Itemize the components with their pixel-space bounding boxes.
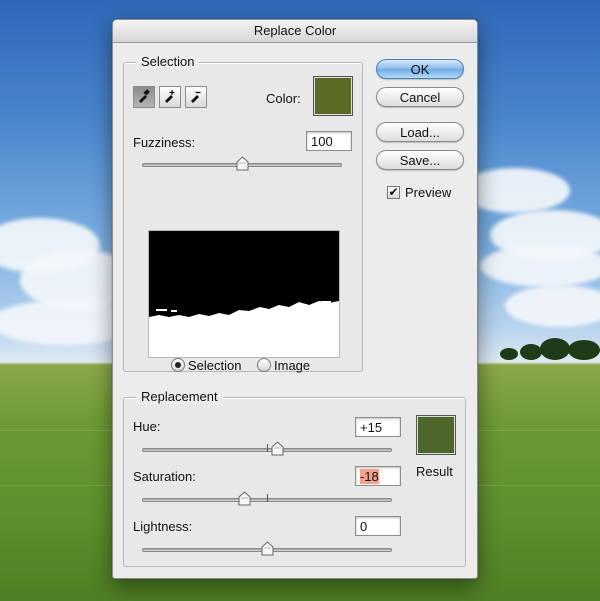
eyedropper-tool[interactable] [133, 86, 155, 108]
saturation-slider-center-tick [267, 494, 268, 502]
eyedropper-icon [137, 88, 151, 106]
selection-group: Selection Color: Fuzziness: 100 Selectio… [123, 54, 363, 373]
hue-slider-thumb[interactable] [271, 441, 284, 456]
eyedropper-plus-icon [163, 89, 177, 106]
ok-button[interactable]: OK [376, 59, 464, 79]
saturation-slider-thumb[interactable] [238, 491, 251, 506]
checkmark-icon: ✔ [388, 185, 399, 199]
eyedropper-minus-tool[interactable] [185, 86, 207, 108]
view-image-label[interactable]: Image [274, 358, 310, 373]
cloud [505, 285, 600, 327]
hue-slider-center-tick [267, 444, 268, 452]
selection-group-label: Selection [136, 54, 200, 69]
fuzziness-field[interactable]: 100 [306, 131, 352, 151]
preview-checkbox[interactable]: ✔ [387, 186, 400, 199]
color-label: Color: [266, 91, 301, 106]
hue-field[interactable]: +15 [355, 417, 401, 437]
result-label: Result [416, 464, 453, 479]
tree-line [500, 336, 600, 366]
dialog-title: Replace Color [113, 20, 477, 43]
replace-color-dialog: Replace Color Selection Color: Fuzziness… [112, 19, 478, 579]
result-color-swatch [416, 415, 456, 455]
cancel-button[interactable]: Cancel [376, 87, 464, 107]
load-button[interactable]: Load... [376, 122, 464, 142]
cloud [480, 245, 600, 287]
lightness-field[interactable]: 0 [355, 516, 401, 536]
replacement-group-label: Replacement [136, 389, 223, 404]
view-selection-radio[interactable] [171, 358, 185, 372]
replacement-group: Replacement Hue: +15 Result Saturation: … [123, 389, 466, 567]
saturation-label: Saturation: [133, 469, 196, 484]
hue-label: Hue: [133, 419, 161, 434]
fuzziness-slider-thumb[interactable] [236, 156, 249, 171]
sample-color-swatch[interactable] [313, 76, 353, 116]
lightness-slider-thumb[interactable] [261, 541, 274, 556]
fuzziness-label: Fuzziness: [133, 135, 196, 150]
selection-mask-preview [148, 230, 340, 358]
saturation-field[interactable]: -18 [355, 466, 401, 486]
save-button[interactable]: Save... [376, 150, 464, 170]
saturation-value: -18 [360, 469, 379, 484]
view-selection-label[interactable]: Selection [188, 358, 241, 373]
lightness-label: Lightness: [133, 519, 193, 534]
eyedropper-plus-tool[interactable] [159, 86, 181, 108]
preview-label[interactable]: Preview [405, 185, 451, 200]
view-image-radio[interactable] [257, 358, 271, 372]
mask-preview-image [149, 231, 339, 357]
eyedropper-minus-icon [189, 89, 203, 106]
